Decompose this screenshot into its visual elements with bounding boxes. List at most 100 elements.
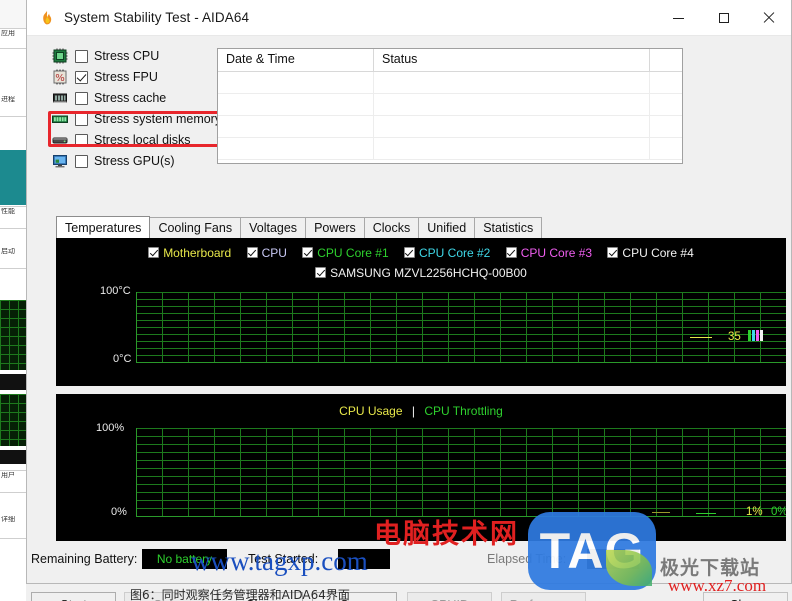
start-button-label: Start — [60, 598, 86, 601]
table-row[interactable] — [218, 138, 682, 160]
close-button[interactable] — [746, 0, 791, 36]
tab-cooling-fans[interactable]: Cooling Fans — [149, 217, 242, 238]
stress-option-cache[interactable]: Stress cache — [52, 88, 228, 108]
tab-voltages[interactable]: Voltages — [240, 217, 307, 238]
top-section: Stress CPU % Stress FPU Stress cache Str… — [35, 46, 785, 206]
cpu-plot-axis-y — [136, 428, 137, 517]
legend-checkbox[interactable] — [607, 247, 619, 258]
temperature-graph: Motherboard CPU CPU Core #1 CPU Core #2 — [56, 238, 786, 386]
stress-cpu-checkbox[interactable] — [75, 49, 88, 63]
column-header-status[interactable]: Status — [374, 49, 650, 72]
bg-row-2: 性能 — [1, 208, 15, 215]
legend-item-cpu[interactable]: CPU — [246, 246, 287, 260]
maximize-button[interactable] — [701, 0, 746, 36]
legend-checkbox[interactable] — [403, 247, 415, 258]
fpu-percent-icon: % — [52, 69, 68, 85]
cpu-throttling-trace — [696, 513, 716, 514]
svg-text:%: % — [55, 73, 65, 84]
stress-option-label: Stress local disks — [94, 133, 191, 147]
test-started-label: Test Started: — [248, 552, 319, 566]
tab-clocks[interactable]: Clocks — [363, 217, 420, 238]
cell-extra — [650, 72, 682, 94]
graphs-panel: Motherboard CPU CPU Core #1 CPU Core #2 — [56, 238, 786, 543]
stress-option-local-disks[interactable]: Stress local disks — [52, 130, 228, 150]
cell-date-time — [218, 94, 374, 116]
start-button[interactable]: Start — [31, 592, 116, 601]
temperature-legend-row-1: Motherboard CPU CPU Core #1 CPU Core #2 — [56, 246, 786, 260]
minimize-button[interactable] — [656, 0, 701, 36]
legend-checkbox[interactable] — [315, 267, 327, 278]
legend-item-motherboard[interactable]: Motherboard — [148, 246, 231, 260]
stress-option-label: Stress FPU — [94, 70, 158, 84]
stress-option-system-memory[interactable]: Stress system memory — [52, 109, 228, 129]
tab-temperatures[interactable]: Temperatures — [56, 216, 151, 238]
stress-gpu-checkbox[interactable] — [75, 154, 88, 168]
cell-extra — [650, 94, 682, 116]
legend-item-cpu-core-1[interactable]: CPU Core #1 — [302, 246, 389, 260]
temp-plot-axis-x — [136, 362, 786, 363]
temp-axis-max-label: 100°C — [100, 285, 131, 297]
bg-row-5: 详细 — [1, 516, 15, 523]
tab-label: Powers — [314, 221, 356, 235]
stress-option-fpu[interactable]: % Stress FPU — [52, 67, 228, 87]
table-body — [218, 72, 682, 160]
stress-option-gpu[interactable]: Stress GPU(s) — [52, 151, 228, 171]
cpu-axis-max-label: 100% — [96, 422, 125, 434]
close-action-button[interactable]: Close — [703, 592, 788, 601]
tab-label: Cooling Fans — [158, 221, 233, 235]
stress-option-label: Stress system memory — [94, 112, 222, 126]
legend-item-cpu-core-3[interactable]: CPU Core #3 — [505, 246, 592, 260]
cpu-throttling-readout: 0% — [771, 506, 786, 518]
tab-statistics[interactable]: Statistics — [474, 217, 543, 238]
legend-label: Motherboard — [163, 246, 232, 260]
battery-value-field: No battery — [142, 549, 227, 569]
battery-label: Remaining Battery: — [31, 552, 138, 566]
bg-row-4: 用户 — [1, 472, 15, 479]
legend-item-samsung-ssd[interactable]: SAMSUNG MZVL2256HCHQ-00B00 — [315, 266, 527, 280]
aida64-stability-window: System Stability Test - AIDA64 Stress CP… — [26, 0, 792, 601]
legend-checkbox[interactable] — [148, 247, 160, 258]
tab-strip: Temperatures Cooling Fans Voltages Power… — [56, 216, 786, 238]
tab-unified[interactable]: Unified — [418, 217, 476, 238]
legend-item-cpu-core-4[interactable]: CPU Core #4 — [607, 246, 694, 260]
legend-item-cpu-core-2[interactable]: CPU Core #2 — [403, 246, 490, 260]
legend-checkbox[interactable] — [302, 247, 314, 258]
cell-date-time — [218, 72, 374, 94]
client-area: Stress CPU % Stress FPU Stress cache Str… — [27, 36, 792, 601]
title-bar[interactable]: System Stability Test - AIDA64 — [27, 0, 791, 36]
temperature-plot-area — [136, 292, 786, 362]
stress-memory-checkbox[interactable] — [75, 112, 88, 126]
temperature-trace-motherboard — [690, 337, 712, 338]
table-header-row: Date & Time Status — [218, 49, 682, 72]
stress-cache-checkbox[interactable] — [75, 91, 88, 105]
status-bar: Remaining Battery: No battery Test Start… — [27, 548, 792, 574]
gpu-monitor-icon — [52, 153, 68, 169]
stress-disks-checkbox[interactable] — [75, 133, 88, 147]
screenshot-root: 应用 进程 性能 启动 用户 详细 System Stability Test … — [0, 0, 792, 601]
tab-powers[interactable]: Powers — [305, 217, 365, 238]
table-row[interactable] — [218, 94, 682, 116]
column-header-extra[interactable] — [650, 49, 682, 72]
window-title: System Stability Test - AIDA64 — [64, 10, 250, 25]
cpu-chip-icon — [52, 48, 68, 64]
legend-checkbox[interactable] — [505, 247, 517, 258]
stress-option-label: Stress GPU(s) — [94, 154, 175, 168]
legend-label: CPU Core #1 — [317, 246, 389, 260]
background-window-strip[interactable]: 应用 进程 性能 启动 用户 详细 — [0, 0, 26, 601]
memory-ram-icon — [52, 111, 68, 127]
cpu-usage-graph: CPU Usage | CPU Throttling 100% 0% 1% 0% — [56, 394, 786, 541]
maximize-icon — [718, 13, 729, 23]
cell-date-time — [218, 116, 374, 138]
event-log-table[interactable]: Date & Time Status — [217, 48, 683, 164]
legend-label: CPU Core #4 — [622, 246, 694, 260]
table-row[interactable] — [218, 116, 682, 138]
column-header-date-time[interactable]: Date & Time — [218, 49, 374, 72]
cpu-usage-trace — [652, 512, 670, 513]
legend-checkbox[interactable] — [246, 247, 258, 258]
bg-row-0: 应用 — [1, 30, 15, 37]
stress-fpu-checkbox[interactable] — [75, 70, 88, 84]
table-row[interactable] — [218, 72, 682, 94]
cpu-usage-title[interactable]: CPU Usage — [339, 404, 402, 418]
cpu-throttling-title[interactable]: CPU Throttling — [424, 404, 502, 418]
stress-option-cpu[interactable]: Stress CPU — [52, 46, 228, 66]
